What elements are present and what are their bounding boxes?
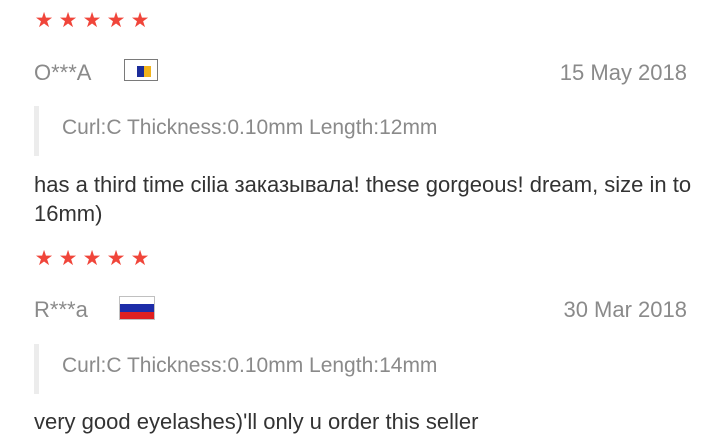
star-icon: ★: [58, 9, 78, 32]
star-icon: ★: [58, 247, 78, 270]
russia-flag-icon: [119, 296, 155, 320]
star-rating: ★ ★ ★ ★ ★: [34, 10, 150, 31]
review-date: 30 Mar 2018: [563, 297, 687, 322]
review-date: 15 May 2018: [559, 60, 687, 85]
star-icon: ★: [130, 247, 150, 270]
attributes-text: Curl:C Thickness:0.10mm Length:12mm: [62, 116, 438, 139]
star-icon: ★: [82, 247, 102, 270]
review-text: has a third time cilia заказывала! these…: [34, 172, 692, 226]
star-icon: ★: [106, 9, 126, 32]
product-attributes: Curl:C Thickness:0.10mm Length:14mm: [34, 344, 684, 394]
country-flag-icon: [124, 59, 158, 81]
reviewer-name: R***a: [34, 297, 88, 322]
star-rating: ★ ★ ★ ★ ★: [34, 248, 150, 269]
star-icon: ★: [34, 247, 54, 270]
star-icon: ★: [130, 9, 150, 32]
star-icon: ★: [106, 247, 126, 270]
star-icon: ★: [34, 9, 54, 32]
star-icon: ★: [82, 9, 102, 32]
attributes-text: Curl:C Thickness:0.10mm Length:14mm: [62, 354, 438, 377]
review-text: very good eyelashes)'ll only u order thi…: [34, 409, 479, 434]
reviewer-name: O***A: [34, 60, 92, 85]
product-attributes: Curl:C Thickness:0.10mm Length:12mm: [34, 106, 684, 156]
